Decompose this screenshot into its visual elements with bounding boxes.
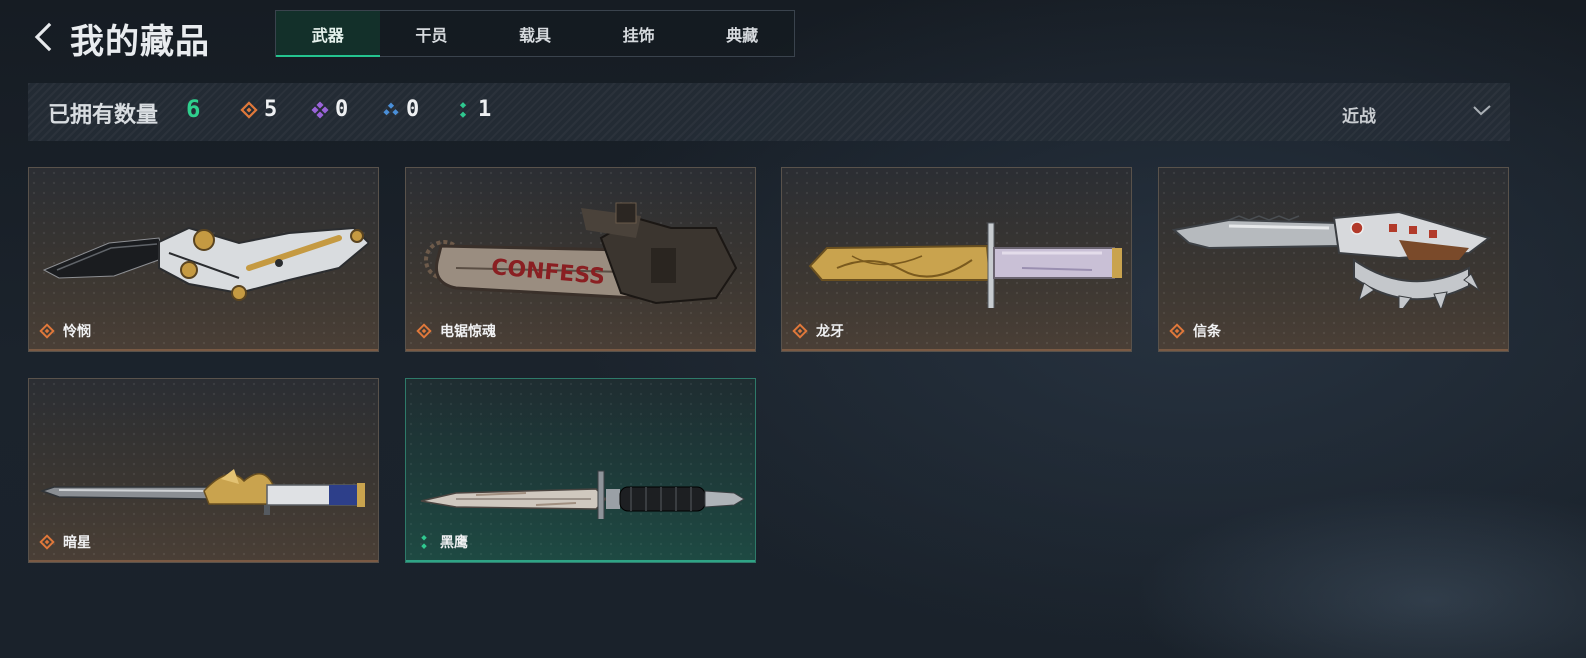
item-card[interactable]: 怜悯 — [28, 167, 379, 352]
owned-label: 已拥有数量 — [48, 103, 159, 128]
rarity-line — [782, 349, 1131, 351]
orange-diamond-icon — [39, 534, 55, 550]
item-name: 龙牙 — [816, 324, 844, 340]
rarity-line — [406, 349, 755, 351]
item-name: 暗星 — [63, 535, 91, 551]
rarity-count-green: 1 — [454, 97, 491, 122]
chevron-down-icon — [1473, 105, 1491, 116]
rarity-count-value: 0 — [335, 97, 349, 122]
item-card[interactable]: 暗星 — [28, 378, 379, 563]
item-card[interactable]: 信条 — [1158, 167, 1509, 352]
rarity-count-value: 1 — [478, 97, 492, 122]
item-name: 电锯惊魂 — [440, 324, 496, 340]
green-diamond-icon — [421, 534, 427, 549]
rarity-line — [29, 349, 378, 351]
item-card[interactable]: CONFESS 电锯惊魂 — [405, 167, 756, 352]
chainsaw-image: CONFESS — [424, 202, 738, 305]
knife-image — [42, 226, 369, 301]
rarity-count-value: 5 — [264, 97, 278, 122]
orange-diamond-icon — [1169, 323, 1185, 339]
rarity-count-purple: 0 — [311, 97, 348, 122]
owned-count: 6 — [186, 95, 201, 123]
knife-image — [808, 222, 1122, 308]
knife-image — [1171, 210, 1492, 308]
tab-weapons[interactable]: 武器 — [276, 11, 380, 57]
back-button[interactable] — [30, 20, 58, 54]
item-card[interactable]: 黑鹰 — [405, 378, 756, 563]
category-filter-dropdown[interactable]: 近战 — [1342, 97, 1502, 127]
chevron-left-icon — [34, 22, 52, 52]
rarity-line — [406, 560, 755, 562]
purple-diamond-icon — [311, 100, 329, 119]
item-name: 怜悯 — [63, 324, 91, 340]
rarity-line — [29, 560, 378, 562]
tab-collection[interactable]: 典藏 — [690, 11, 794, 56]
rarity-count-blue: 0 — [382, 97, 419, 122]
filter-selected-label: 近战 — [1342, 107, 1376, 127]
item-name: 黑鹰 — [440, 535, 468, 551]
orange-diamond-icon — [39, 323, 55, 339]
tab-operators[interactable]: 干员 — [380, 11, 484, 56]
orange-diamond-icon — [792, 323, 808, 339]
rarity-line — [1159, 349, 1508, 351]
knife-image — [39, 469, 365, 515]
green-diamond-icon — [459, 101, 467, 118]
knife-image — [420, 470, 745, 519]
page-title: 我的藏品 — [70, 22, 210, 62]
orange-diamond-icon — [240, 100, 258, 119]
blue-diamond-icon — [383, 102, 399, 115]
tab-charms[interactable]: 挂饰 — [587, 11, 691, 56]
orange-diamond-icon — [416, 323, 432, 339]
item-card[interactable]: 龙牙 — [781, 167, 1132, 352]
stats-bar: 已拥有数量 6 5 0 0 1 近战 — [28, 83, 1510, 141]
rarity-count-orange: 5 — [240, 97, 277, 122]
tab-vehicles[interactable]: 载具 — [483, 11, 587, 56]
rarity-count-value: 0 — [406, 97, 420, 122]
item-name: 信条 — [1193, 324, 1221, 340]
category-tabs: 武器 干员 载具 挂饰 典藏 — [275, 10, 795, 57]
